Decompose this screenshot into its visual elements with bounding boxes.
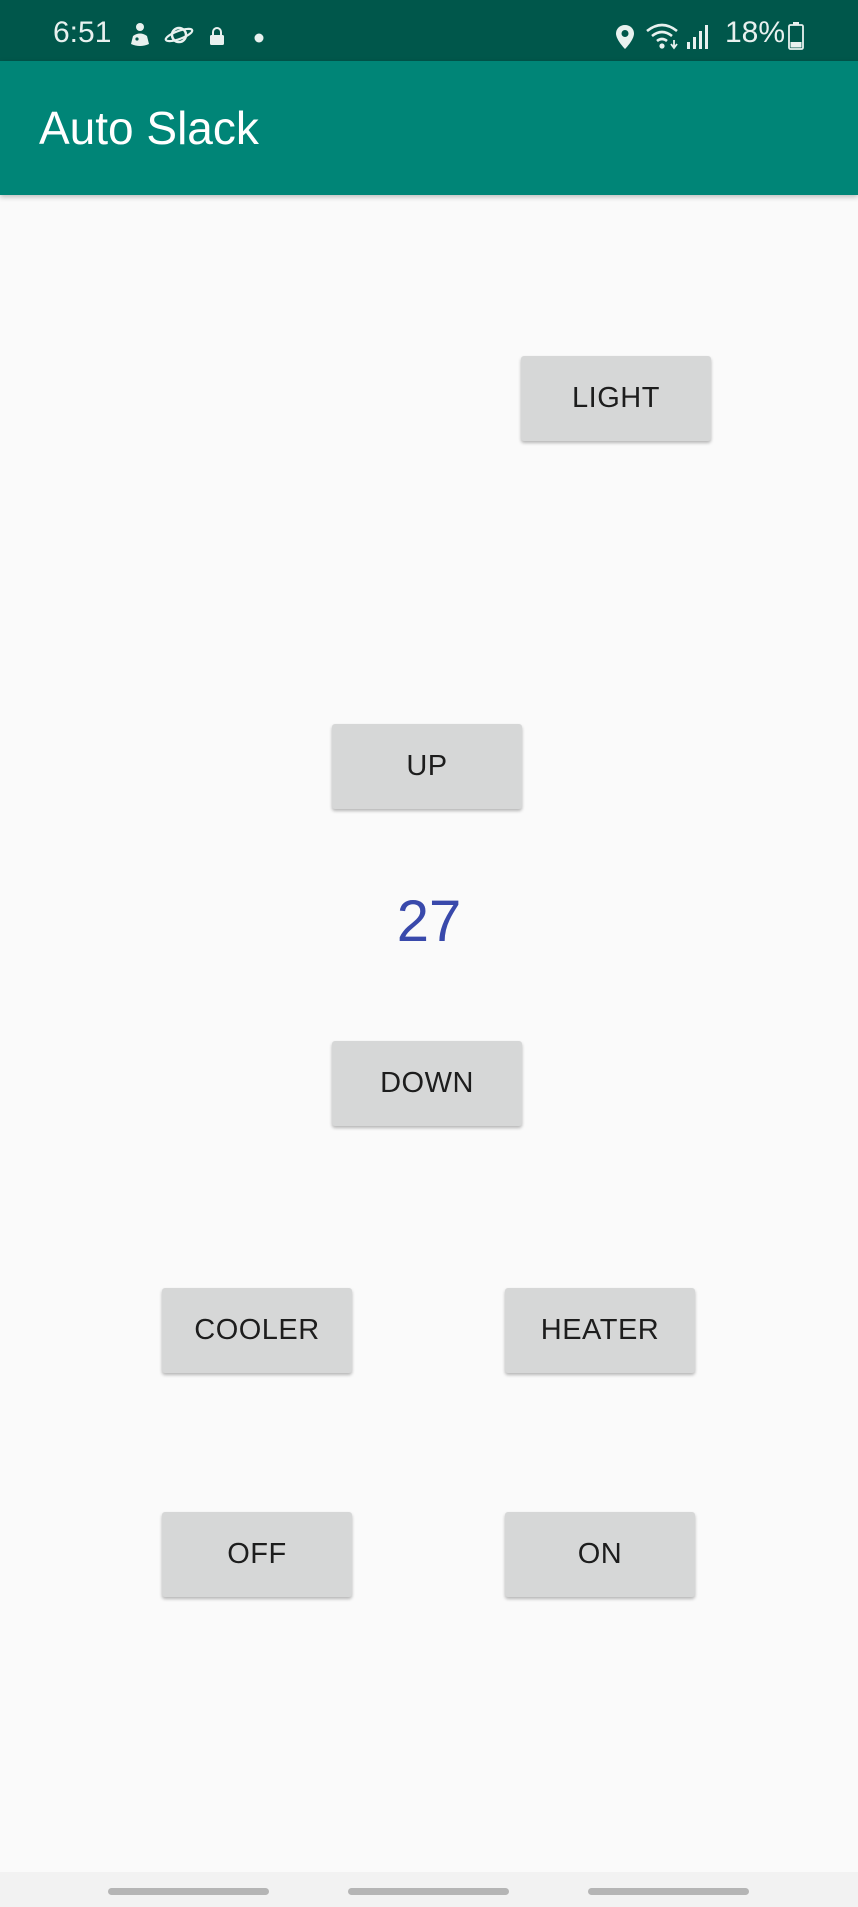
light-button[interactable]: LIGHT xyxy=(521,356,711,441)
temperature-up-button[interactable]: UP xyxy=(332,724,522,809)
app-title: Auto Slack xyxy=(39,102,259,154)
temperature-down-button[interactable]: DOWN xyxy=(332,1041,522,1126)
notification-dot-icon xyxy=(254,33,264,43)
assistant-icon xyxy=(131,23,149,46)
off-button[interactable]: OFF xyxy=(162,1512,352,1597)
navigation-bar xyxy=(0,1872,858,1907)
recents-handle[interactable] xyxy=(108,1888,269,1895)
lock-icon xyxy=(210,27,224,45)
location-icon xyxy=(616,25,634,49)
saturn-icon xyxy=(164,26,194,44)
cooler-button[interactable]: COOLER xyxy=(162,1288,352,1373)
heater-button[interactable]: HEATER xyxy=(505,1288,695,1373)
battery-percent: 18% xyxy=(725,16,786,49)
status-time: 6:51 xyxy=(53,16,112,49)
back-handle[interactable] xyxy=(588,1888,749,1895)
signal-icon xyxy=(687,25,708,49)
battery-icon xyxy=(788,22,804,50)
home-handle[interactable] xyxy=(348,1888,509,1895)
wifi-icon xyxy=(646,23,678,50)
temperature-value: 27 xyxy=(396,889,462,954)
app-bar: Auto Slack xyxy=(0,61,858,195)
on-button[interactable]: ON xyxy=(505,1512,695,1597)
status-bar: 6:51 18% xyxy=(0,0,858,61)
